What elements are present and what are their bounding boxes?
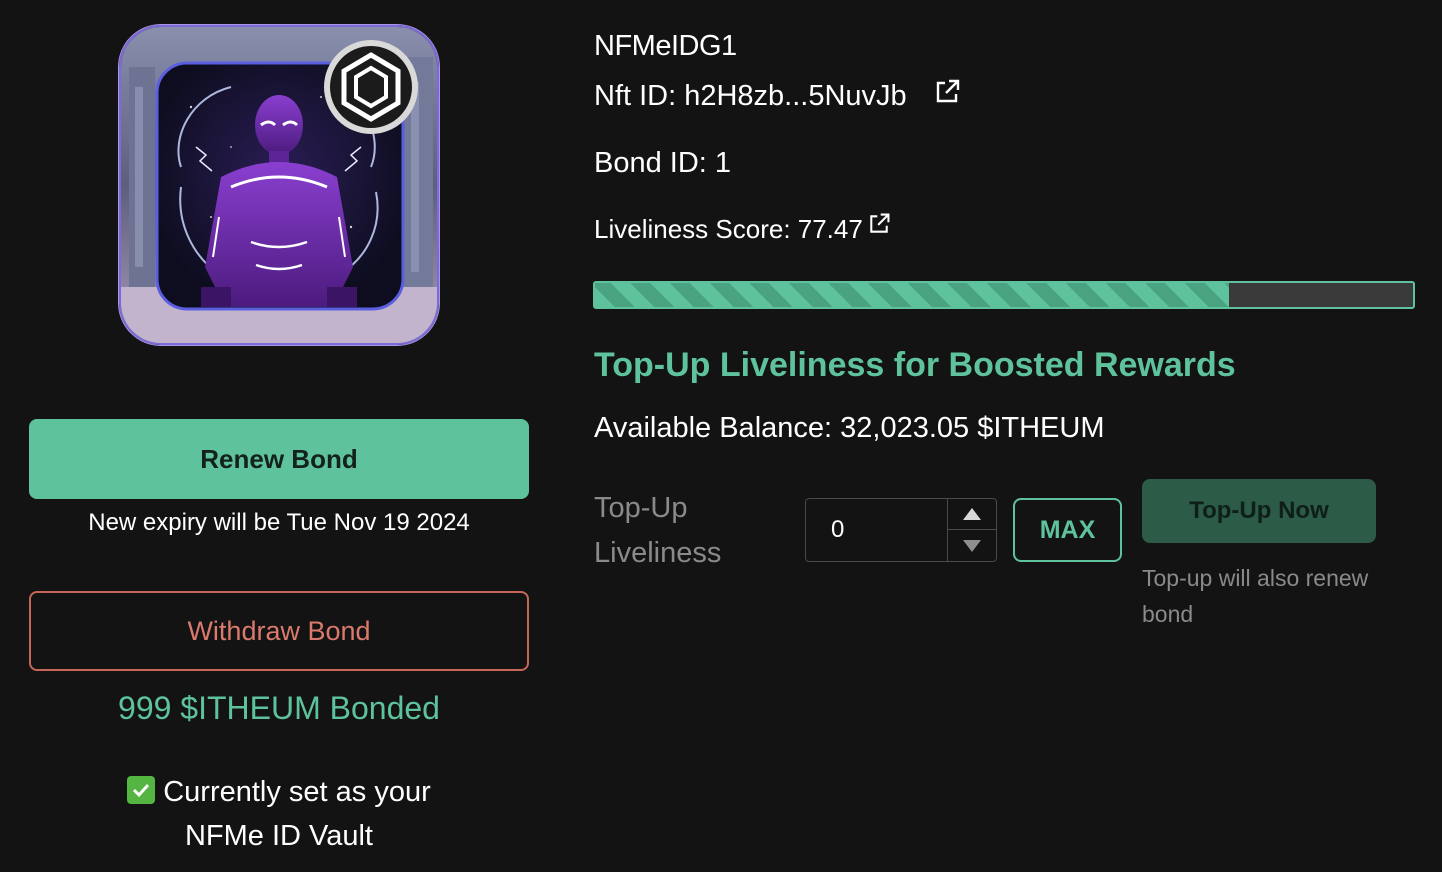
vault-status-message: Currently set as your NFMe ID Vault xyxy=(29,770,529,858)
liveliness-score-row: Liveliness Score: 77.47 xyxy=(594,212,891,245)
vault-status-line-1: Currently set as your xyxy=(29,770,529,814)
topup-field-label: Top-Up Liveliness xyxy=(594,486,794,576)
decrement-button[interactable] xyxy=(948,530,996,561)
topup-heading: Top-Up Liveliness for Boosted Rewards xyxy=(594,346,1236,384)
stepper-controls xyxy=(947,499,996,561)
hexagon-badge-icon xyxy=(322,38,420,136)
liveliness-progress-bar xyxy=(593,281,1415,309)
triangle-up-icon xyxy=(963,508,981,520)
bond-id-label: Bond ID: 1 xyxy=(594,147,732,179)
available-balance-text: Available Balance: 32,023.05 $ITHEUM xyxy=(594,412,1105,444)
topup-field-label-line-2: Liveliness xyxy=(594,537,722,569)
topup-field-label-line-1: Top-Up xyxy=(594,492,688,524)
liveliness-score-label: Liveliness Score: 77.47 xyxy=(594,214,863,244)
nft-id-row: Nft ID: h2H8zb...5NuvJb xyxy=(594,78,961,114)
topup-amount-stepper xyxy=(805,498,997,562)
vault-status-line-2: NFMe ID Vault xyxy=(184,820,373,852)
nft-title: NFMeIDG1 xyxy=(594,30,737,62)
max-button[interactable]: MAX xyxy=(1013,498,1122,562)
topup-now-button[interactable]: Top-Up Now xyxy=(1142,479,1376,543)
bonded-amount-text: 999 $ITHEUM Bonded xyxy=(118,690,440,726)
bond-details-page: Renew Bond New expiry will be Tue Nov 19… xyxy=(0,0,1442,872)
triangle-down-icon xyxy=(963,539,981,552)
renew-bond-button[interactable]: Renew Bond xyxy=(29,419,529,499)
topup-amount-input[interactable] xyxy=(806,499,946,561)
withdraw-bond-button[interactable]: Withdraw Bond xyxy=(29,591,529,671)
nft-id-label: Nft ID: h2H8zb...5NuvJb xyxy=(594,79,907,112)
external-link-icon[interactable] xyxy=(933,78,961,114)
new-expiry-text: New expiry will be Tue Nov 19 2024 xyxy=(88,509,470,536)
external-link-icon[interactable] xyxy=(867,212,891,243)
liveliness-progress-fill xyxy=(595,283,1229,307)
topup-renew-note: Top-up will also renew bond xyxy=(1142,565,1369,627)
check-mark-icon xyxy=(127,776,156,804)
vault-status-line-1-text: Currently set as your xyxy=(163,776,431,808)
increment-button[interactable] xyxy=(948,499,996,530)
